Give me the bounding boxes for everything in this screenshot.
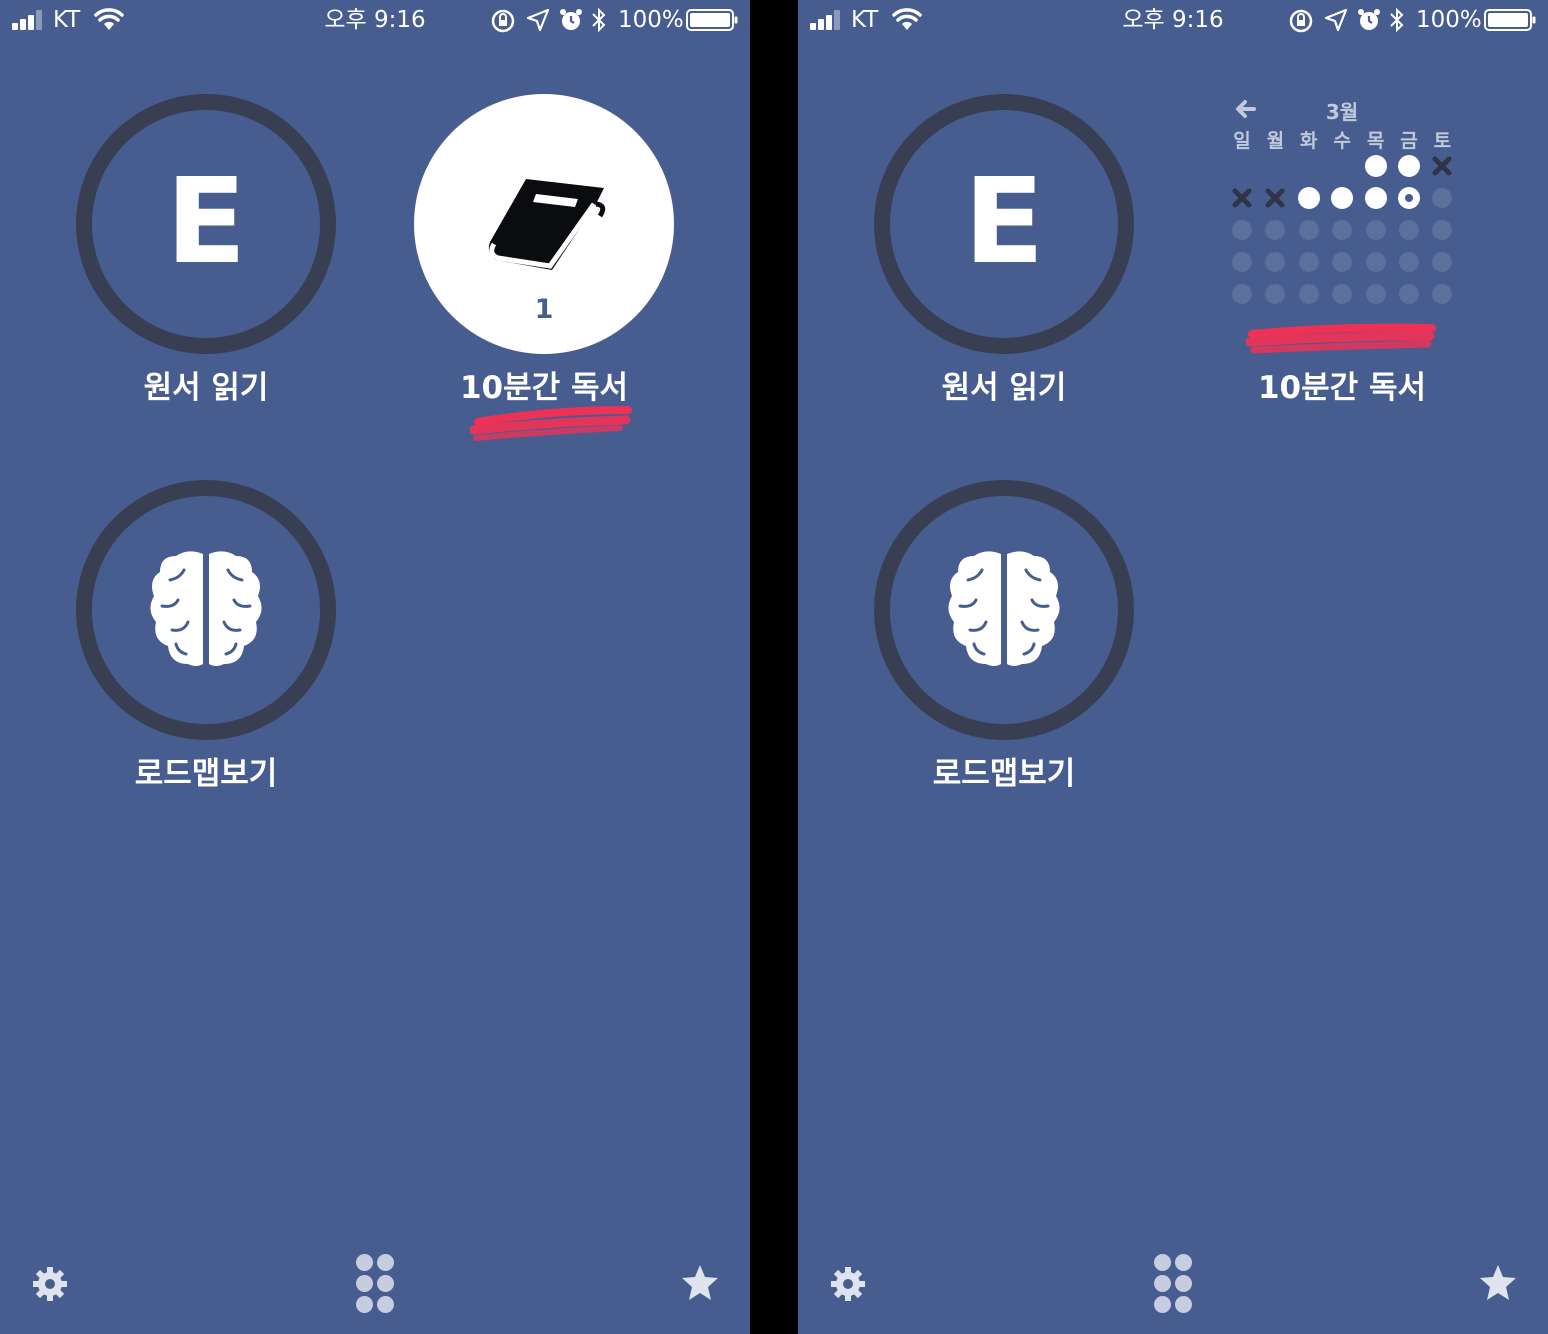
- status-bar: KT 오후 9:16 100%: [0, 0, 750, 40]
- phone-screen-right: KT 오후 9:16 100% E 원서 읽기 3월 일월화수목금토 10분간 …: [798, 0, 1548, 1334]
- day-future-dot: [1432, 284, 1453, 304]
- day-future-dot: [1365, 220, 1386, 240]
- day-future-dot: [1399, 252, 1419, 272]
- battery-percent: 100%: [618, 7, 684, 33]
- tile-ten-minute-reading[interactable]: 1: [414, 94, 674, 354]
- bluetooth-icon: [1390, 7, 1404, 33]
- alarm-icon: [560, 9, 582, 30]
- orientation-lock-icon: [491, 9, 515, 33]
- day-future-dot: [1399, 220, 1419, 240]
- brain-icon: [948, 551, 1060, 666]
- location-icon: [1324, 8, 1348, 32]
- day-future-dot: [1399, 284, 1419, 304]
- tile-label-english-reading: 원서 읽기: [941, 370, 1067, 406]
- tile-label-english-reading: 원서 읽기: [143, 370, 269, 406]
- day-future-dot: [1298, 220, 1319, 240]
- day-completed-dot: [1364, 187, 1387, 209]
- gear-icon[interactable]: [32, 1266, 68, 1302]
- day-future-dot: [1332, 252, 1353, 272]
- day-future-dot: [1365, 252, 1386, 272]
- reading-count: 1: [534, 294, 554, 325]
- book-icon: [488, 179, 606, 270]
- day-completed-dot: [1398, 155, 1420, 177]
- tile-roadmap[interactable]: [874, 480, 1134, 740]
- day-future-dot: [1232, 220, 1252, 240]
- day-completed-dot: [1297, 187, 1320, 209]
- day-future-dot: [1232, 284, 1252, 304]
- day-future-dot: [1432, 220, 1453, 240]
- letter-e-icon: E: [963, 152, 1045, 290]
- alarm-icon: [1358, 9, 1380, 30]
- day-future-dot: [1265, 220, 1286, 240]
- grid-dots-icon[interactable]: [1152, 1254, 1194, 1314]
- orientation-lock-icon: [1289, 9, 1313, 33]
- day-future-dot: [1265, 284, 1286, 304]
- status-bar: KT 오후 9:16 100%: [798, 0, 1548, 40]
- day-future-dot: [1298, 252, 1319, 272]
- tile-label-roadmap: 로드맵보기: [134, 756, 278, 792]
- day-completed-dot: [1364, 155, 1387, 177]
- gear-icon[interactable]: [830, 1266, 866, 1302]
- day-future-dot: [1332, 284, 1353, 304]
- day-future-dot: [1365, 284, 1386, 304]
- highlight-stroke: [470, 406, 632, 441]
- day-future-dot: [1265, 252, 1286, 272]
- day-future-dot: [1232, 252, 1252, 272]
- grid-dots-icon[interactable]: [354, 1254, 396, 1314]
- battery-percent: 100%: [1416, 7, 1482, 33]
- tile-english-reading[interactable]: E: [874, 94, 1134, 354]
- calendar-weekday: 일: [1233, 130, 1251, 152]
- tile-label-ten-minute-reading[interactable]: 10분간 독서: [1192, 368, 1492, 408]
- tile-english-reading[interactable]: E: [76, 94, 336, 354]
- day-completed-dot: [1331, 187, 1354, 209]
- calendar-weekday: 월: [1266, 130, 1285, 152]
- battery-icon: [686, 9, 738, 31]
- phone-screen-left: KT 오후 9:16 100% E 원서 읽기 1 10분간 독서 로드맵보기: [0, 0, 750, 1334]
- day-missed-icon: [1431, 155, 1453, 177]
- tile-label-roadmap: 로드맵보기: [932, 756, 1076, 792]
- star-icon[interactable]: [680, 1264, 720, 1302]
- day-today-dot: [1398, 187, 1420, 209]
- day-future-dot: [1432, 252, 1453, 272]
- calendar-weekday: 토: [1433, 130, 1452, 152]
- day-missed-icon: [1264, 187, 1286, 209]
- letter-e-icon: E: [165, 152, 247, 290]
- day-future-dot: [1432, 188, 1453, 208]
- calendar-weekday: 금: [1400, 130, 1418, 152]
- calendar-weekday: 목: [1366, 130, 1385, 152]
- reading-calendar[interactable]: 3월 일월화수목금토: [1226, 92, 1458, 312]
- brain-icon: [150, 551, 262, 666]
- star-icon[interactable]: [1478, 1264, 1518, 1302]
- calendar-weekday: 화: [1300, 130, 1318, 152]
- day-future-dot: [1332, 220, 1353, 240]
- battery-icon: [1484, 9, 1536, 31]
- tile-roadmap[interactable]: [76, 480, 336, 740]
- calendar-month: 3월: [1325, 100, 1359, 124]
- location-icon: [526, 8, 550, 32]
- highlight-stroke: [1246, 323, 1436, 354]
- calendar-weekday: 수: [1333, 130, 1351, 152]
- bluetooth-icon: [592, 7, 606, 33]
- day-future-dot: [1298, 284, 1319, 304]
- day-missed-icon: [1231, 187, 1253, 209]
